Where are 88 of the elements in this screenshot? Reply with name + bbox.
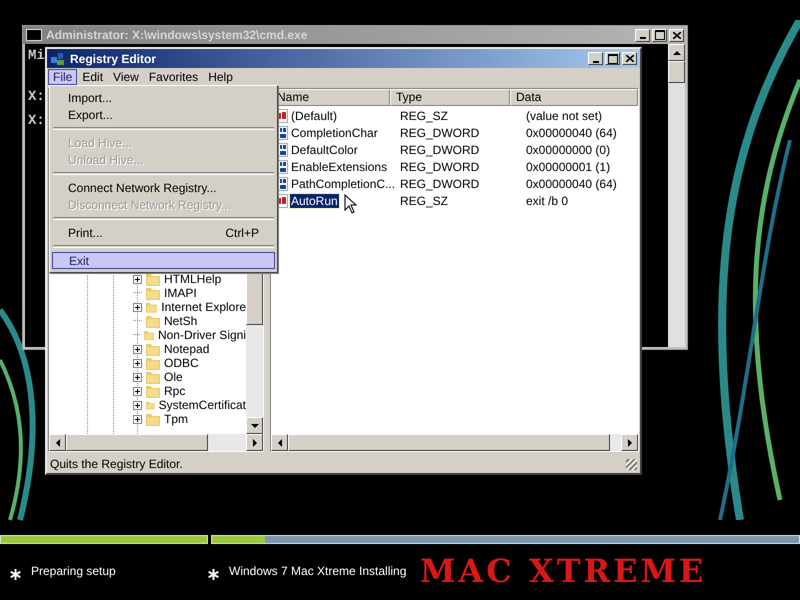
tree-item[interactable]: Ole [164,370,183,384]
table-cell-text: (value not set) [525,108,604,122]
expand-icon[interactable] [133,386,142,396]
menu-item[interactable]: Connect Network Registry... [52,179,275,196]
menu-item[interactable]: File [48,68,78,84]
tree-item[interactable]: HTMLHelp [164,272,222,286]
table-cell-text: REG_SZ [399,108,450,122]
setup-step-label: Preparing setup [31,564,116,578]
folder-icon [146,300,158,314]
console-text: X: [28,89,45,105]
scrollbar-thumb[interactable] [668,61,685,83]
tree-item[interactable]: IMAPI [164,286,197,300]
folder-icon [146,314,160,328]
scroll-left-button[interactable] [271,434,288,451]
window-title: Administrator: X:\windows\system32\cmd.exe [46,28,308,42]
table-cell-text: REG_SZ [399,194,450,208]
table-cell-text: REG_DWORD [399,176,480,190]
setup-step-label: Windows 7 Mac Xtreme Installing [229,564,406,578]
console-text: Mi [28,48,45,64]
logo-text: MAC XTREME [420,552,706,590]
table-cell-text: 0x00000001 (1) [525,160,612,174]
value-name[interactable]: EnableExtensions [290,160,388,174]
menu-item[interactable]: Exit [52,252,275,269]
scrollbar-thumb[interactable] [66,434,208,451]
folder-icon [146,272,160,286]
table-cell-text: REG_DWORD [399,142,480,156]
asterisk-icon [208,569,219,580]
table-cell-text: REG_DWORD [399,126,480,140]
folder-icon [146,286,160,300]
scroll-up-button[interactable] [668,44,685,61]
column-header[interactable]: Data [510,89,638,106]
table-cell-text: 0x00000040 (64) [525,176,618,190]
mouse-pointer-icon [344,194,358,214]
table-cell-text: REG_DWORD [399,160,480,174]
folder-icon [146,370,160,384]
close-button[interactable] [669,28,684,42]
resize-grip-icon[interactable] [626,458,637,470]
expand-icon[interactable] [133,274,142,284]
console-text: X: [28,113,45,129]
table-cell-text: 0x00000040 (64) [525,126,618,140]
menu-item[interactable]: Help [203,68,238,84]
close-icon [626,55,634,62]
value-name[interactable]: PathCompletionC... [290,176,396,190]
tree-item[interactable]: Internet Explore [161,300,246,314]
scroll-right-button[interactable] [246,434,263,451]
vertical-scrollbar[interactable] [668,44,685,347]
minimize-button[interactable] [588,52,603,65]
menu-item[interactable]: Export... [52,106,275,123]
tree-item[interactable]: Rpc [164,384,186,398]
horizontal-scrollbar[interactable] [49,434,263,451]
menu-item[interactable]: Print... Ctrl+P [52,224,275,241]
tree-item[interactable]: NetSh [164,314,198,328]
scroll-right-button[interactable] [621,434,638,451]
scroll-left-button[interactable] [49,434,66,451]
tree-item[interactable]: SystemCertificat [158,398,246,412]
folder-icon [146,342,160,356]
expand-icon[interactable] [133,344,142,354]
expand-icon[interactable] [133,414,142,424]
minimize-button[interactable] [635,28,650,42]
close-icon [672,32,680,38]
tree-item[interactable]: Non-Driver Signi [158,328,246,342]
status-bar-text: Quits the Registry Editor. [50,457,184,471]
table-cell-text: exit /b 0 [525,194,570,208]
tree-item[interactable]: ODBC [164,356,199,370]
folder-icon [146,356,160,370]
expand-icon[interactable] [133,358,142,368]
asterisk-icon [10,569,21,580]
menu-item[interactable]: View [108,68,144,84]
console-icon [26,29,42,41]
expand-icon[interactable] [133,372,142,382]
scroll-down-button[interactable] [246,417,263,434]
column-header[interactable]: Type [390,89,510,106]
close-button[interactable] [622,52,637,65]
registry-icon [50,50,66,66]
value-name[interactable]: (Default) [290,108,338,122]
tree-item[interactable]: Notepad [164,342,210,356]
expand-icon[interactable] [133,302,142,312]
table-cell-text: 0x00000000 (0) [525,142,612,156]
expand-icon[interactable] [133,400,142,410]
value-name[interactable]: AutoRun [290,194,339,208]
menu-item[interactable]: Edit [77,68,108,84]
window-title: Registry Editor [70,52,156,66]
tree-item[interactable]: Tpm [164,412,188,426]
maximize-button[interactable] [652,28,667,42]
maximize-button[interactable] [605,52,620,65]
value-name[interactable]: CompletionChar [290,126,379,140]
menu-item[interactable]: Favorites [144,68,204,84]
value-name[interactable]: DefaultColor [290,142,359,156]
